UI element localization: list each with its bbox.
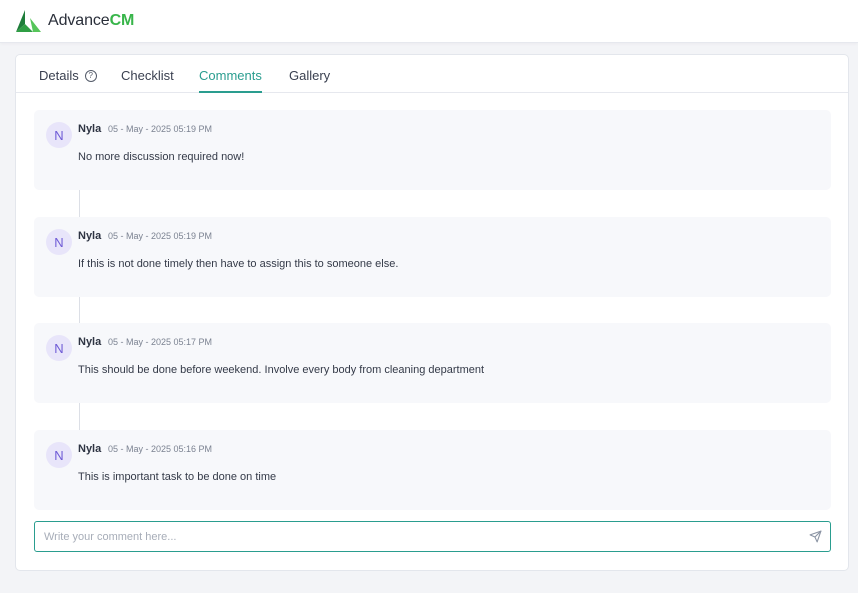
tab-gallery-label: Gallery [289,68,331,83]
logo-text-accent: CM [109,12,135,29]
comment-timestamp: 05 - May - 2025 05:16 PM [108,444,213,454]
comment-input-box [34,521,831,552]
comment-item: N Nyla 05 - May - 2025 05:19 PM No more … [34,110,831,190]
app-logo-text: AdvanceCM [48,12,134,30]
tab-comments-label: Comments [199,68,262,83]
triangle-logo-icon [16,10,41,32]
comment-author: Nyla [78,123,102,135]
comment-author: Nyla [78,230,102,242]
avatar: N [46,122,72,148]
comment-text: This should be done before weekend. Invo… [78,364,485,376]
tab-checklist[interactable]: Checklist [121,68,174,93]
comment-item: N Nyla 05 - May - 2025 05:19 PM If this … [34,217,831,297]
help-circle-icon[interactable]: ? [84,70,97,82]
avatar: N [46,229,72,255]
comment-author: Nyla [78,336,102,348]
comment-item: N Nyla 05 - May - 2025 05:17 PM This sho… [34,323,831,403]
comment-item: N Nyla 05 - May - 2025 05:16 PM This is … [34,430,831,510]
tab-bar: Details ? Checklist Comments Gallery [16,55,848,93]
comment-text: If this is not done timely then have to … [78,258,399,270]
avatar: N [46,335,72,361]
tab-details[interactable]: Details ? [39,68,97,93]
tab-checklist-label: Checklist [121,68,174,83]
thread-connector [79,297,80,323]
comment-timestamp: 05 - May - 2025 05:19 PM [108,124,213,134]
logo-text-main: Advance [48,12,110,29]
comment-text: No more discussion required now! [78,151,245,163]
avatar: N [46,442,72,468]
top-navbar: AdvanceCM [0,0,858,43]
tab-comments[interactable]: Comments [199,68,262,93]
comment-timestamp: 05 - May - 2025 05:19 PM [108,231,213,241]
comment-timestamp: 05 - May - 2025 05:17 PM [108,337,213,347]
tab-details-label: Details [39,68,79,83]
thread-connector [79,190,80,217]
comment-input[interactable] [44,522,794,551]
thread-connector [79,403,80,430]
tab-gallery[interactable]: Gallery [289,68,330,93]
send-icon[interactable] [809,530,822,543]
task-detail-card: Details ? Checklist Comments Gallery N N… [15,54,849,571]
comment-text: This is important task to be done on tim… [78,471,277,483]
app-logo[interactable]: AdvanceCM [16,10,134,32]
comment-author: Nyla [78,443,102,455]
